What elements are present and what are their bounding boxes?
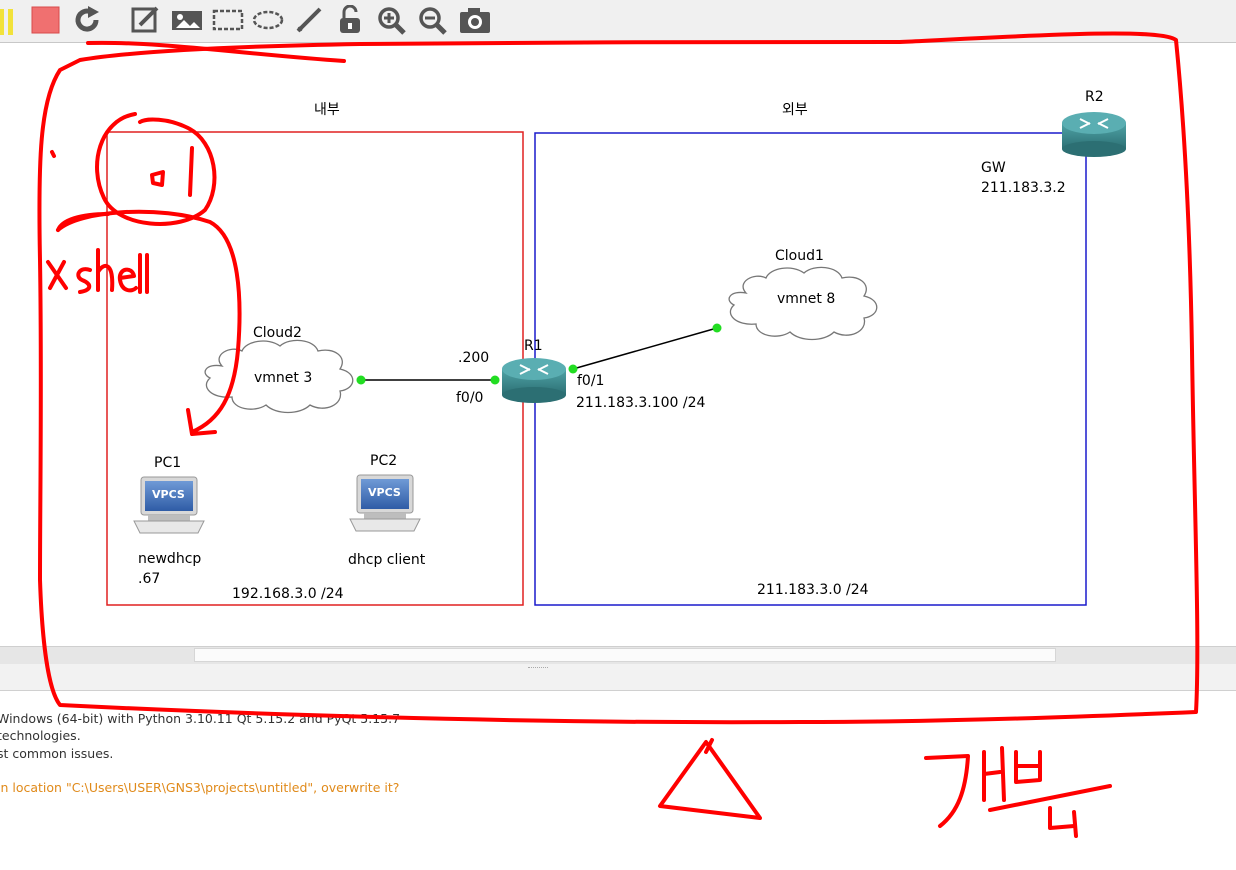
r1-outside-port: f0/1 (577, 373, 605, 389)
console-line: technologies. (0, 728, 81, 743)
draw-rectangle-icon[interactable] (212, 5, 244, 35)
pc1-vpcs-icon[interactable] (133, 476, 205, 534)
reload-all-icon[interactable] (72, 5, 104, 35)
link-dot (356, 375, 366, 385)
link-dot (490, 375, 500, 385)
console-line: Windows (64-bit) with Python 3.10.11 Qt … (0, 711, 401, 726)
pc1-note-line1: newdhcp (138, 551, 202, 567)
r1-name: R1 (524, 338, 543, 354)
insert-image-icon[interactable] (170, 5, 202, 35)
pc2-name: PC2 (370, 453, 398, 469)
draw-line-icon[interactable] (294, 5, 326, 35)
start-all-icon[interactable] (0, 5, 18, 35)
lock-unlock-icon[interactable] (335, 5, 367, 35)
cloud2-label: vmnet 3 (254, 370, 313, 386)
outside-zone-rect[interactable] (534, 132, 1087, 606)
pc1-screen-text: VPCS (152, 488, 185, 501)
link-dot (712, 323, 722, 333)
panel-splitter[interactable] (0, 664, 1236, 691)
outside-zone-title: 외부 (782, 102, 808, 118)
inside-subnet-label: 192.168.3.0 /24 (232, 586, 344, 602)
pc2-vpcs-icon[interactable] (349, 474, 421, 532)
link-r1-cloud1[interactable] (572, 327, 718, 370)
gw-ip: 211.183.3.2 (981, 180, 1066, 196)
pc2-note: dhcp client (348, 552, 426, 568)
toolbar (0, 0, 1236, 43)
r1-inside-port: f0/0 (456, 390, 484, 406)
console-panel[interactable]: Windows (64-bit) with Python 3.10.11 Qt … (0, 691, 1236, 870)
screenshot-icon[interactable] (458, 5, 490, 35)
pc2-screen-text: VPCS (368, 486, 401, 499)
zoom-in-icon[interactable] (376, 5, 408, 35)
r2-name: R2 (1085, 89, 1104, 105)
canvas-horizontal-scrollbar[interactable] (0, 646, 1236, 665)
gw-label: GW (981, 160, 1006, 176)
router-r2-icon[interactable] (1062, 112, 1126, 157)
cloud1-name: Cloud1 (775, 248, 824, 264)
inside-zone-title: 내부 (314, 102, 340, 118)
stop-all-icon[interactable] (30, 5, 62, 35)
add-note-icon[interactable] (130, 5, 162, 35)
console-line: st common issues. (0, 746, 114, 761)
cloud1-label: vmnet 8 (777, 291, 836, 307)
scrollbar-thumb[interactable] (194, 648, 1056, 662)
outside-subnet-label: 211.183.3.0 /24 (757, 582, 869, 598)
cloud2-name: Cloud2 (253, 325, 302, 341)
splitter-grip[interactable] (528, 667, 548, 670)
r1-outside-ip: 211.183.3.100 /24 (576, 395, 706, 411)
router-r1-icon[interactable] (502, 358, 566, 403)
zoom-out-icon[interactable] (417, 5, 449, 35)
draw-ellipse-icon[interactable] (252, 5, 284, 35)
console-warning-line: in location "C:\Users\USER\GNS3\projects… (0, 780, 400, 795)
pc1-note-line2: .67 (138, 571, 161, 587)
r1-inside-ip: .200 (458, 350, 490, 366)
pc1-name: PC1 (154, 455, 182, 471)
topology-canvas[interactable]: 내부 외부 192.168.3.0 /24 211.183.3.0 /24 Cl… (0, 43, 1236, 646)
